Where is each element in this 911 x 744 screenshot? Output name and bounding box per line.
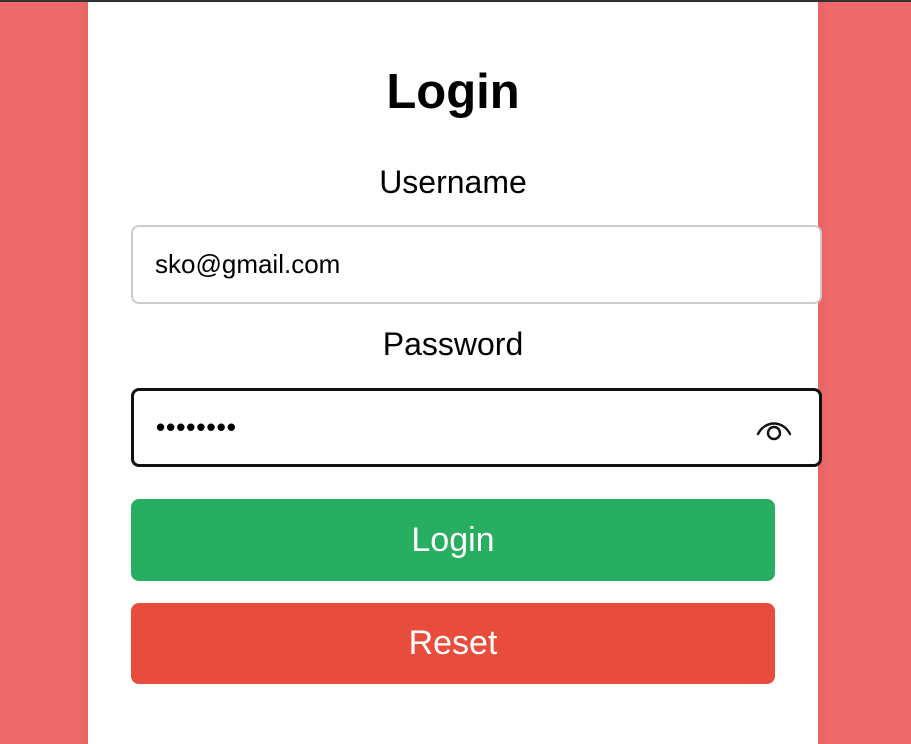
reset-button[interactable]: Reset [131, 603, 775, 684]
page-title: Login [386, 65, 520, 119]
reset-button-label: Reset [408, 624, 498, 662]
login-card: Login Username sko@gmail.com Password ••… [88, 2, 822, 744]
password-value: •••••••• [156, 412, 237, 442]
username-field[interactable]: sko@gmail.com [131, 225, 822, 304]
login-button-label: Login [411, 520, 495, 559]
password-field[interactable]: •••••••• [131, 388, 822, 467]
username-label: Username [379, 164, 527, 200]
login-button[interactable]: Login [131, 499, 775, 581]
password-label: Password [382, 326, 524, 362]
username-value: sko@gmail.com [155, 249, 341, 279]
eye-icon[interactable] [755, 414, 793, 442]
